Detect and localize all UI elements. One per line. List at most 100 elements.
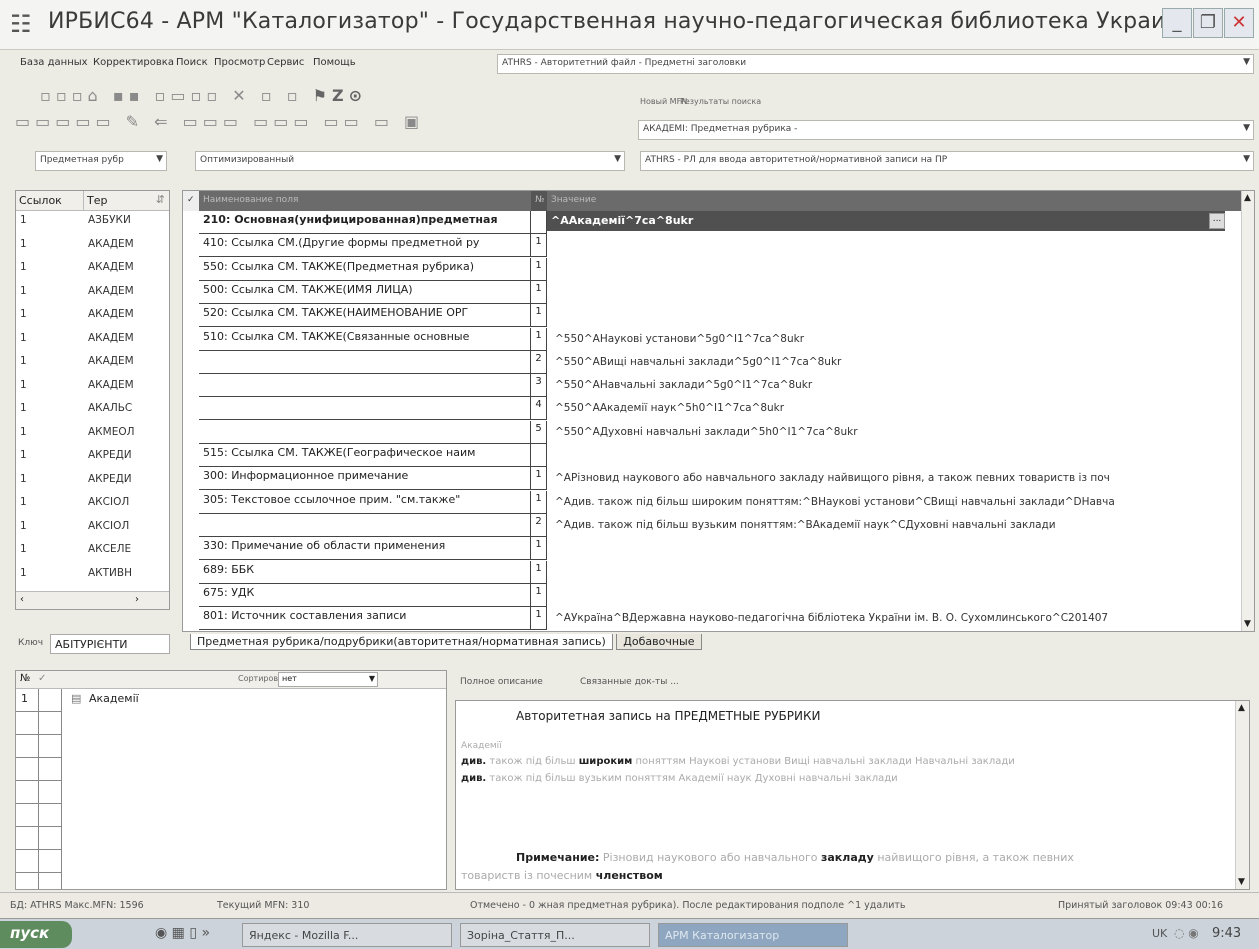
- database-combo[interactable]: ATHRS - Авторитетний файл - Предметні за…: [497, 54, 1254, 74]
- field-value[interactable]: ^Адив. також під більш широким поняттям:…: [553, 494, 1243, 513]
- field-name[interactable]: 305: Текстовое ссылочное прим. "см.также…: [199, 490, 531, 514]
- term-list-row[interactable]: 1 АКАДЕМ: [16, 235, 169, 254]
- col-header-links[interactable]: Ссылок: [16, 191, 84, 211]
- col-header-num[interactable]: №: [531, 191, 547, 211]
- field-occurrence[interactable]: 1: [531, 560, 547, 584]
- taskbar-item-irbis[interactable]: АРМ Каталогизатор: [658, 923, 848, 947]
- field-name[interactable]: 801: Источник составления записи: [199, 607, 531, 631]
- field-value[interactable]: [553, 540, 1243, 559]
- field-name[interactable]: [199, 420, 531, 444]
- field-name[interactable]: 210: Основная(унифицированная)предметная: [199, 211, 531, 234]
- start-button[interactable]: пуск: [0, 921, 72, 948]
- language-indicator[interactable]: UK: [1152, 927, 1167, 940]
- result-row-text[interactable]: Академії: [89, 692, 139, 705]
- field-row[interactable]: 2 ^Адив. також під більш вузьким поняттям…: [183, 513, 1243, 537]
- field-row[interactable]: 515: Ссылка СМ. ТАКЖЕ(Географическое наи…: [183, 444, 1243, 467]
- key-input[interactable]: АБІТУРІЄНТИ: [50, 634, 170, 654]
- field-row[interactable]: 675: УДК 1: [183, 583, 1243, 607]
- field-row[interactable]: 520: Ссылка СМ. ТАКЖЕ(НАИМЕНОВАНИЕ ОРГ 1: [183, 304, 1243, 328]
- field-value[interactable]: [553, 587, 1243, 606]
- mode-combo[interactable]: Предметная рубр ▼: [35, 151, 167, 171]
- term-list-row[interactable]: 1 АКТИВН: [16, 564, 169, 583]
- tray-icons[interactable]: ◌ ◉: [1174, 926, 1199, 940]
- scroll-right-icon[interactable]: ›: [135, 594, 139, 605]
- field-value[interactable]: [553, 447, 1243, 466]
- field-row[interactable]: 330: Примечание об области применения 1: [183, 537, 1243, 561]
- tab-subject-heading[interactable]: Предметная рубрика/подрубрики(авторитетн…: [190, 634, 613, 650]
- field-value[interactable]: [553, 564, 1243, 583]
- tab-full-description[interactable]: Полное описание: [460, 677, 543, 687]
- menu-edit[interactable]: Корректировка: [93, 57, 174, 68]
- toolbar-icons-1[interactable]: ▫▫▫⌂ ▪▪ ▫▭▫▫ ✕ ▫ ▫: [40, 86, 303, 105]
- field-value[interactable]: ^550^AНавчальні заклади^5g0^I1^7са^8ukr: [553, 377, 1243, 396]
- field-occurrence[interactable]: 1: [531, 327, 547, 351]
- field-value[interactable]: [553, 307, 1243, 326]
- field-value[interactable]: [553, 214, 1243, 233]
- vertical-scrollbar[interactable]: ▲ ▼: [1235, 701, 1249, 889]
- term-list-row[interactable]: 1 АКМЕОЛ: [16, 423, 169, 442]
- field-row[interactable]: 500: Ссылка СМ. ТАКЖЕ(ИМЯ ЛИЦА) 1: [183, 280, 1243, 304]
- tab-linked-docs[interactable]: Связанные док-ты ...: [580, 677, 679, 687]
- field-row[interactable]: 300: Информационное примечание 1 ^AРізнови…: [183, 467, 1243, 491]
- col-header-field[interactable]: Наименование поля: [199, 191, 531, 211]
- field-value[interactable]: ^550^AДуховні навчальні заклади^5h0^I1^7…: [553, 424, 1243, 443]
- field-value[interactable]: [553, 284, 1243, 303]
- menu-search[interactable]: Поиск: [176, 57, 208, 68]
- field-value[interactable]: [553, 237, 1243, 256]
- term-list-row[interactable]: 1 АЗБУКИ: [16, 211, 169, 230]
- menu-help[interactable]: Помощь: [313, 57, 356, 68]
- field-occurrence[interactable]: 3: [531, 374, 547, 398]
- field-value[interactable]: ^AРізновид наукового або навчального зак…: [553, 470, 1243, 489]
- field-value[interactable]: ^550^AВищі навчальні заклади^5g0^I1^7са^…: [553, 354, 1243, 373]
- taskbar-item-browser[interactable]: Яндекс - Mozilla F...: [242, 923, 452, 947]
- field-row[interactable]: 689: ББК 1: [183, 560, 1243, 584]
- field-name[interactable]: 300: Информационное примечание: [199, 467, 531, 491]
- field-occurrence[interactable]: 5: [531, 420, 547, 444]
- horizontal-scrollbar[interactable]: ‹ ›: [16, 591, 169, 609]
- tab-search-results[interactable]: Результаты поиска: [680, 97, 761, 106]
- field-name[interactable]: [199, 397, 531, 421]
- field-name[interactable]: 520: Ссылка СМ. ТАКЖЕ(НАИМЕНОВАНИЕ ОРГ: [199, 304, 531, 328]
- field-row[interactable]: 5 ^550^AДуховні навчальні заклади^5h0^I1^…: [183, 420, 1243, 444]
- field-row[interactable]: 4 ^550^AАкадемії наук^5h0^I1^7са^8ukr: [183, 397, 1243, 421]
- field-row[interactable]: 2 ^550^AВищі навчальні заклади^5g0^I1^7са…: [183, 350, 1243, 374]
- menu-database[interactable]: База данных: [20, 57, 88, 68]
- field-value[interactable]: ^AУкраїна^BДержавна науково-педагогічна …: [553, 610, 1243, 629]
- menu-view[interactable]: Просмотр: [214, 57, 265, 68]
- menu-service[interactable]: Сервис: [267, 57, 304, 68]
- field-value[interactable]: [553, 261, 1243, 280]
- sort-combo[interactable]: нет ▼: [278, 672, 378, 687]
- field-occurrence[interactable]: 1: [531, 583, 547, 607]
- term-list-row[interactable]: 1 АКРЕДИ: [16, 446, 169, 465]
- field-row[interactable]: 305: Текстовое ссылочное прим. "см.также…: [183, 490, 1243, 514]
- col-header-value[interactable]: Значение: [547, 191, 1241, 211]
- term-list-row[interactable]: 1 АКСІОЛ: [16, 517, 169, 536]
- term-list-row[interactable]: 1 АКАДЕМ: [16, 329, 169, 348]
- field-occurrence[interactable]: 1: [531, 304, 547, 328]
- field-name[interactable]: 689: ББК: [199, 560, 531, 584]
- field-occurrence[interactable]: [531, 444, 547, 467]
- field-value[interactable]: ^Адив. також під більш вузьким поняттям:…: [553, 517, 1243, 536]
- field-name[interactable]: 550: Ссылка СМ. ТАКЖЕ(Предметная рубрика…: [199, 257, 531, 281]
- optimization-combo[interactable]: Оптимизированный ▼: [195, 151, 625, 171]
- field-name[interactable]: [199, 513, 531, 537]
- field-name[interactable]: [199, 374, 531, 398]
- field-name[interactable]: 330: Примечание об области применения: [199, 537, 531, 561]
- minimize-button[interactable]: _: [1162, 8, 1192, 38]
- field-occurrence[interactable]: 2: [531, 513, 547, 537]
- quick-launch-icons[interactable]: ◉ ▦ ▯ »: [155, 925, 210, 941]
- field-name[interactable]: 675: УДК: [199, 583, 531, 607]
- term-list-row[interactable]: 1 АКАДЕМ: [16, 352, 169, 371]
- term-list-row[interactable]: 1 АКСІОЛ: [16, 493, 169, 512]
- col-header-no[interactable]: №: [20, 673, 30, 684]
- term-list-row[interactable]: 1 АКАДЕМ: [16, 258, 169, 277]
- scroll-down-icon[interactable]: ▼: [1244, 619, 1251, 629]
- field-row[interactable]: 510: Ссылка СМ. ТАКЖЕ(Связанные основные…: [183, 327, 1243, 351]
- field-row[interactable]: 210: Основная(унифицированная)предметная: [183, 211, 1243, 234]
- field-name[interactable]: 510: Ссылка СМ. ТАКЖЕ(Связанные основные: [199, 327, 531, 351]
- toolbar-icons-2[interactable]: ▭▭▭▭▭ ✎ ⇐ ▭▭▭ ▭▭▭ ▭▭ ▭ ▣: [15, 112, 424, 131]
- field-row[interactable]: 3 ^550^AНавчальні заклади^5g0^I1^7са^8ukr: [183, 374, 1243, 398]
- field-name[interactable]: [199, 350, 531, 374]
- field-occurrence[interactable]: 1: [531, 607, 547, 631]
- close-button[interactable]: ✕: [1224, 8, 1254, 38]
